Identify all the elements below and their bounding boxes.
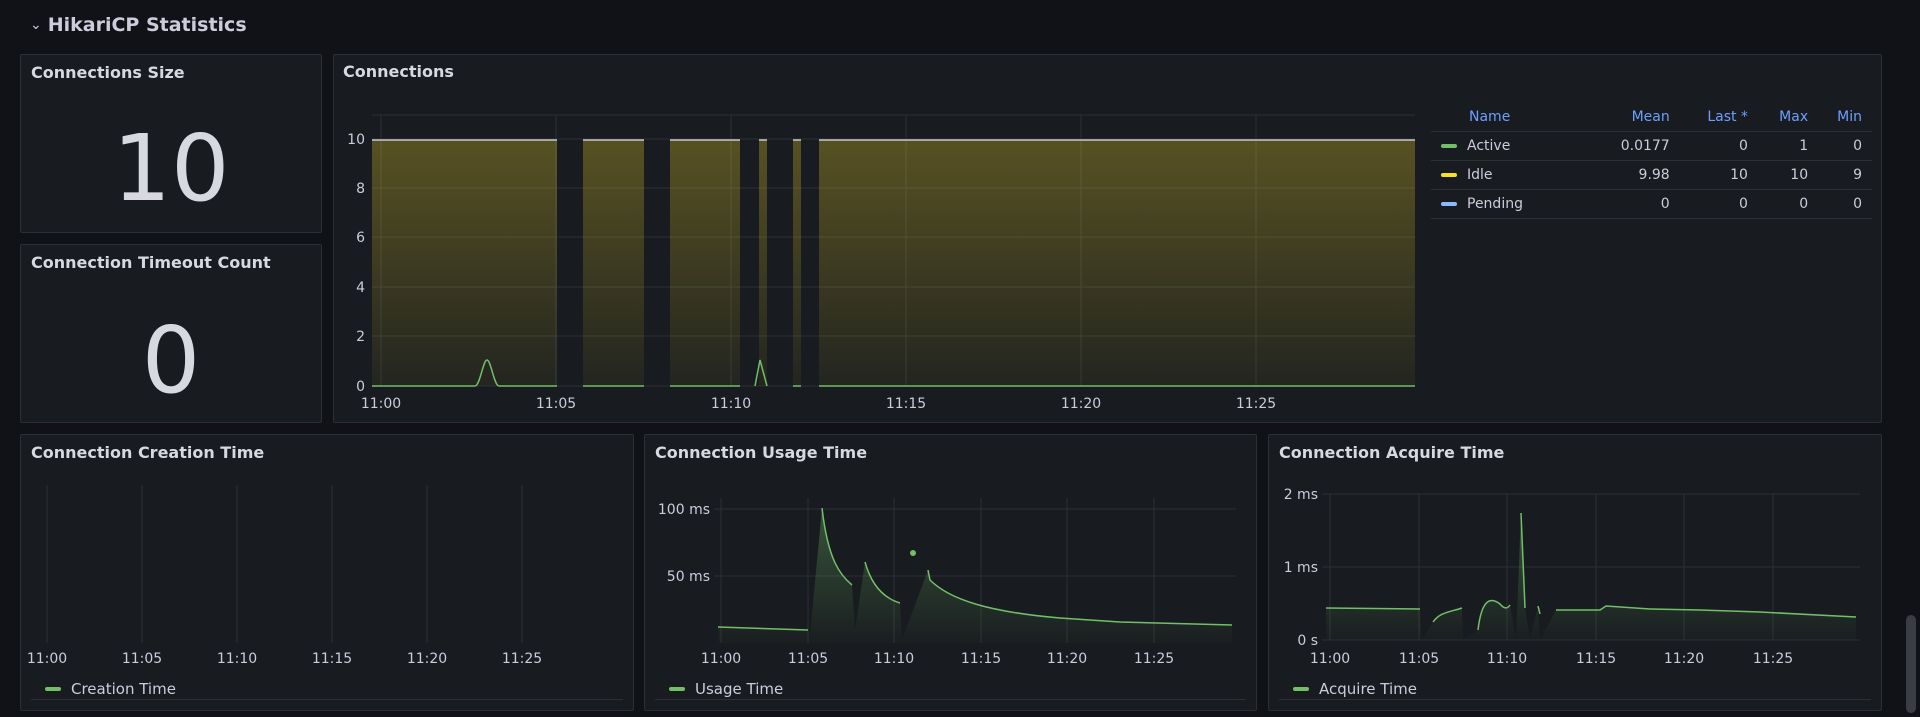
legend-max: 0 bbox=[1757, 189, 1819, 219]
legend-label: Usage Time bbox=[695, 680, 784, 698]
panel-title: Connections bbox=[343, 62, 454, 81]
legend-name[interactable]: Active bbox=[1467, 138, 1510, 154]
legend-min: 0 bbox=[1818, 131, 1872, 161]
legend-row-idle[interactable]: Idle 9.98 10 10 9 bbox=[1431, 160, 1872, 190]
legend-header-name[interactable]: Name bbox=[1431, 106, 1589, 132]
panel-acquire-time[interactable]: Connection Acquire Time Acquire Time bbox=[1268, 434, 1882, 711]
legend-min: 0 bbox=[1818, 189, 1872, 219]
panel-creation-time[interactable]: Connection Creation Time Creation Time bbox=[20, 434, 634, 711]
legend-name[interactable]: Idle bbox=[1467, 167, 1493, 183]
legend-name[interactable]: Pending bbox=[1467, 196, 1523, 212]
chevron-down-icon[interactable]: ⌄ bbox=[30, 17, 42, 33]
legend-swatch bbox=[1441, 173, 1457, 177]
legend-last: 0 bbox=[1679, 189, 1758, 219]
legend-header-last[interactable]: Last * bbox=[1679, 106, 1758, 132]
legend-last: 10 bbox=[1679, 160, 1758, 190]
page-scrollbar[interactable] bbox=[1906, 615, 1916, 713]
legend-item[interactable]: Acquire Time bbox=[1293, 680, 1417, 698]
legend-swatch bbox=[1441, 144, 1457, 148]
legend-swatch bbox=[1441, 202, 1457, 206]
panel-title: Connection Creation Time bbox=[31, 443, 265, 462]
legend-swatch bbox=[1293, 687, 1309, 691]
stat-value: 0 bbox=[141, 307, 201, 414]
connections-legend: Name Mean Last * Max Min Active 0.0177 0… bbox=[1431, 106, 1872, 219]
panel-title: Connection Acquire Time bbox=[1279, 443, 1505, 462]
legend-header-max[interactable]: Max bbox=[1757, 106, 1819, 132]
legend-row-pending[interactable]: Pending 0 0 0 0 bbox=[1431, 189, 1872, 219]
legend-item[interactable]: Creation Time bbox=[45, 680, 176, 698]
legend-header-min[interactable]: Min bbox=[1818, 106, 1872, 132]
legend-header-mean[interactable]: Mean bbox=[1588, 106, 1680, 132]
legend-item[interactable]: Usage Time bbox=[669, 680, 783, 698]
panel-timeout-count[interactable]: Connection Timeout Count 0 bbox=[20, 244, 322, 423]
row-title: HikariCP Statistics bbox=[47, 14, 247, 36]
panel-title: Connection Timeout Count bbox=[31, 253, 271, 272]
legend-label: Creation Time bbox=[71, 680, 176, 698]
legend-max: 1 bbox=[1757, 131, 1819, 161]
legend-swatch bbox=[45, 687, 61, 691]
legend-mean: 9.98 bbox=[1588, 160, 1680, 190]
legend-row-active[interactable]: Active 0.0177 0 1 0 bbox=[1431, 131, 1872, 161]
legend: Creation Time bbox=[31, 680, 623, 700]
legend-mean: 0.0177 bbox=[1588, 131, 1680, 161]
stat-value: 10 bbox=[112, 115, 230, 222]
panel-connections-size[interactable]: Connections Size 10 bbox=[20, 54, 322, 233]
legend: Acquire Time bbox=[1279, 680, 1871, 700]
panel-usage-time[interactable]: Connection Usage Time Usage Time bbox=[644, 434, 1257, 711]
legend-label: Acquire Time bbox=[1319, 680, 1417, 698]
row-header[interactable]: ⌄ HikariCP Statistics bbox=[30, 10, 247, 40]
legend-last: 0 bbox=[1679, 131, 1758, 161]
legend-mean: 0 bbox=[1588, 189, 1680, 219]
legend-min: 9 bbox=[1818, 160, 1872, 190]
legend: Usage Time bbox=[655, 680, 1246, 700]
legend-max: 10 bbox=[1757, 160, 1819, 190]
panel-title: Connections Size bbox=[31, 63, 185, 82]
panel-title: Connection Usage Time bbox=[655, 443, 868, 462]
legend-swatch bbox=[669, 687, 685, 691]
